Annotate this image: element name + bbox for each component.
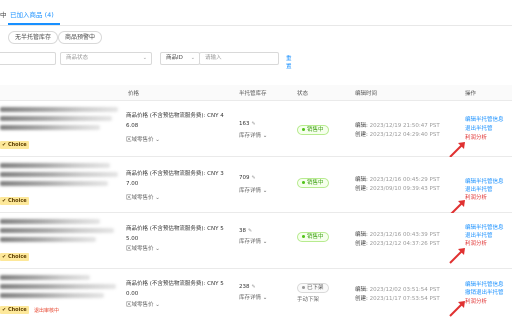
status-select[interactable]: 商品状态 ⌄ — [60, 52, 152, 65]
edit-time: 编辑: 2023/12/19 21:50:47 PST — [355, 123, 440, 129]
stock-value: 38 ✎ — [239, 228, 253, 234]
edit-pencil-icon[interactable]: ✎ — [252, 284, 256, 290]
product-title-blurred — [0, 172, 118, 177]
region-price-toggle[interactable]: 区域零售价 ⌄ — [126, 300, 160, 308]
search-input[interactable]: 请输入 — [199, 52, 279, 65]
product-title-blurred — [0, 219, 100, 224]
exit-semi-managed-link[interactable]: 退出半托管 — [465, 231, 493, 239]
product-title-blurred — [0, 163, 110, 168]
tab-previous[interactable]: 中 — [0, 9, 7, 19]
table-row: ✔ Choice 商品价格 (不含预估物流服务费): CNY 4 6.08 区域零… — [0, 101, 512, 158]
search-input-placeholder: 请输入 — [205, 55, 222, 61]
stock-value: 709 ✎ — [239, 175, 256, 181]
choice-badge: ✔ Choice — [0, 141, 29, 149]
chevron-down-icon: ⌄ — [142, 55, 147, 61]
product-title-blurred — [0, 107, 118, 112]
stock-detail-toggle[interactable]: 库存详情 ⌄ — [239, 237, 267, 245]
col-edit-time: 编辑时间 — [355, 91, 378, 97]
exit-pending-label: 退出审核中 — [34, 308, 60, 314]
col-price: 价格 — [128, 91, 140, 97]
product-title-blurred — [0, 116, 112, 121]
left-select[interactable] — [0, 52, 56, 65]
stock-detail-toggle[interactable]: 库存详情 ⌄ — [239, 293, 267, 301]
product-title-blurred — [0, 284, 116, 289]
create-time: 创建: 2023/12/12 04:29:40 PST — [355, 132, 440, 138]
col-stock: 半托管库存 — [239, 91, 267, 97]
manual-delist-label: 手动下架 — [297, 297, 320, 303]
stock-value: 238 ✎ — [239, 284, 256, 290]
exit-semi-managed-link[interactable]: 退出半托管 — [465, 124, 493, 132]
profit-analysis-link[interactable]: 利润分析 — [465, 297, 487, 305]
profit-analysis-link[interactable]: 利润分析 — [465, 133, 487, 141]
filter-warning[interactable]: 商品预警中 — [58, 31, 103, 44]
region-price-toggle[interactable]: 区域零售价 ⌄ — [126, 193, 160, 201]
stock-detail-toggle[interactable]: 库存详情 ⌄ — [239, 186, 267, 194]
reset-link[interactable]: 重置 — [286, 54, 292, 70]
choice-badge: ✔ Choice — [0, 306, 29, 314]
edit-pencil-icon[interactable]: ✎ — [252, 175, 256, 181]
col-status: 状态 — [297, 91, 309, 97]
edit-time: 编辑: 2023/12/02 03:51:54 PST — [355, 287, 440, 293]
edit-time: 编辑: 2023/12/16 00:45:29 PST — [355, 177, 440, 183]
product-title-blurred — [0, 181, 108, 186]
product-title-blurred — [0, 125, 100, 130]
annotation-arrow — [449, 248, 465, 264]
product-title-blurred — [0, 293, 104, 298]
edit-pencil-icon[interactable]: ✎ — [248, 228, 252, 234]
exit-semi-managed-link[interactable]: 退出半托管 — [465, 185, 493, 193]
table-row: ✔ Choice 退出审核中 商品价格 (不含预估物流服务费): CNY 5 0.… — [0, 269, 512, 320]
annotation-arrow — [449, 142, 465, 158]
status-badge: 已下架 — [297, 283, 329, 293]
id-type-value: 商品ID — [166, 55, 183, 61]
annotation-arrow — [449, 301, 465, 317]
id-type-select[interactable]: 商品ID ⌄ — [160, 52, 200, 65]
table-row: ✔ Choice 商品价格 (不含预估物流服务费): CNY 5 5.00 区域零… — [0, 213, 512, 269]
table-header: 价格 半托管库存 状态 编辑时间 操作 — [0, 85, 512, 101]
profit-analysis-link[interactable]: 利润分析 — [465, 193, 487, 201]
profit-analysis-link[interactable]: 利润分析 — [465, 239, 487, 247]
product-title-blurred — [0, 275, 90, 280]
stock-detail-toggle[interactable]: 库存详情 ⌄ — [239, 131, 267, 139]
region-price-toggle[interactable]: 区域零售价 ⌄ — [126, 135, 160, 143]
create-time: 创建: 2023/09/10 09:39:43 PST — [355, 186, 440, 192]
col-actions: 操作 — [465, 91, 477, 97]
create-time: 创建: 2023/12/12 04:37:26 PST — [355, 241, 440, 247]
choice-badge: ✔ Choice — [0, 197, 29, 205]
edit-semi-managed-link[interactable]: 编辑半托管信息 — [465, 280, 504, 288]
chevron-down-icon: ⌄ — [190, 55, 195, 61]
tab-bar: 中 已加入商品 (4) — [0, 0, 512, 26]
tab-joined-products[interactable]: 已加入商品 (4) — [10, 9, 54, 19]
filter-no-stock[interactable]: 无半托管库存 — [8, 31, 59, 44]
edit-semi-managed-link[interactable]: 编辑半托管信息 — [465, 223, 504, 231]
stock-value: 163 ✎ — [239, 121, 256, 127]
edit-time: 编辑: 2023/12/16 00:43:39 PST — [355, 232, 440, 238]
product-title-blurred — [0, 228, 114, 233]
region-price-toggle[interactable]: 区域零售价 ⌄ — [126, 244, 160, 252]
status-select-placeholder: 商品状态 — [66, 55, 89, 61]
status-badge: 销售中 — [297, 125, 329, 135]
active-tab-indicator — [8, 23, 60, 25]
create-time: 创建: 2023/11/17 07:53:54 PST — [355, 296, 440, 302]
status-badge: 销售中 — [297, 178, 329, 188]
table-row: ✔ Choice 商品价格 (不含预估物流服务费): CNY 3 7.00 区域零… — [0, 157, 512, 216]
product-title-blurred — [0, 237, 96, 242]
edit-pencil-icon[interactable]: ✎ — [252, 121, 256, 127]
edit-semi-managed-link[interactable]: 编辑半托管信息 — [465, 177, 504, 185]
cancel-exit-semi-managed-link[interactable]: 撤销退出半托管 — [465, 288, 504, 296]
choice-badge: ✔ Choice — [0, 253, 29, 261]
status-badge: 销售中 — [297, 232, 329, 242]
edit-semi-managed-link[interactable]: 编辑半托管信息 — [465, 115, 504, 123]
